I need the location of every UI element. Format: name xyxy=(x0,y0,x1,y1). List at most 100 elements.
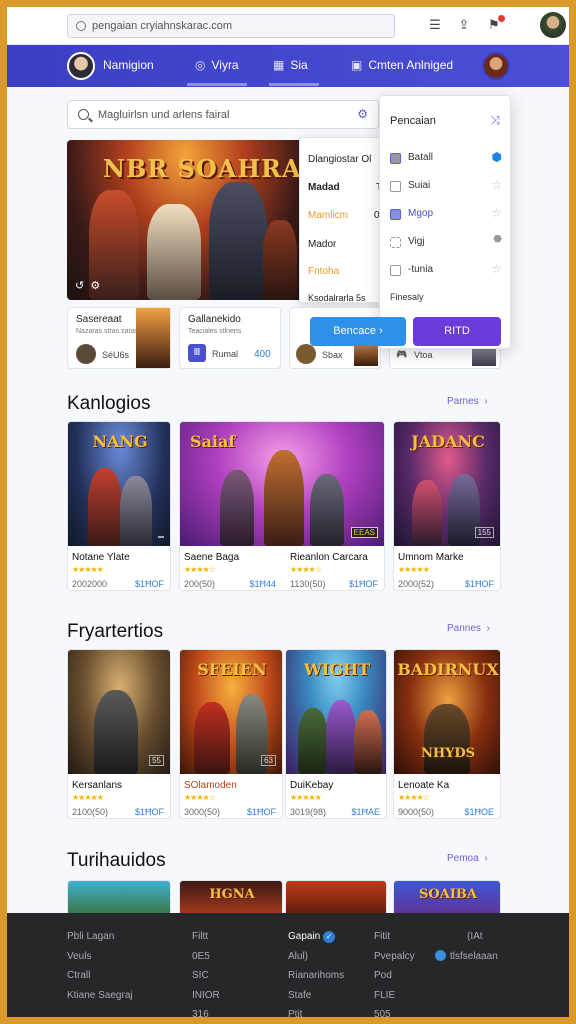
main-nav: Namigion ◎ Viyra ▦ Sia ▣ Cmten Anlniged xyxy=(7,45,569,87)
notification-badge xyxy=(498,15,505,22)
dropdown-item[interactable]: Dlangiostar Ol xyxy=(308,154,371,165)
hero-title: NBR SOAHRA xyxy=(103,154,302,183)
filter-icon[interactable]: ⚙ xyxy=(357,107,368,121)
apply-button[interactable]: RITD xyxy=(413,317,501,346)
shuffle-icon[interactable]: ⤨ xyxy=(490,113,500,128)
footer-link[interactable]: Fitit xyxy=(374,927,415,947)
game-card[interactable]: Saiaf EEAS Saene Baga ★★★★☆ 200(50) $1Ħ4… xyxy=(179,421,385,591)
nav-avatar-right[interactable] xyxy=(482,52,510,80)
footer-column: Fitit Pvepalcy Pod FLIE 505 xyxy=(374,927,415,1017)
dropdown-item[interactable]: Mador xyxy=(308,239,336,250)
nav-item-namigion[interactable]: Namigion xyxy=(103,58,154,72)
share-icon[interactable]: ⇪ xyxy=(457,18,471,32)
user-avatar[interactable] xyxy=(540,12,566,38)
check-icon: ✓ xyxy=(323,931,336,943)
section-more-link[interactable]: Pannes › xyxy=(447,623,490,634)
footer-link[interactable]: Rianarihoms xyxy=(288,966,344,986)
popup-title: Pencaian xyxy=(390,115,436,127)
hero-banner[interactable]: NBR SOAHRA ↺ ⚙ xyxy=(67,140,303,300)
footer-link[interactable]: SIC xyxy=(192,966,220,986)
footer-link[interactable]: Pod xyxy=(374,966,415,986)
footer-link[interactable]: Ptit xyxy=(288,1005,344,1017)
url-text: pengaian cryiahnskarac.com xyxy=(92,20,233,32)
avatar xyxy=(76,344,96,364)
mini-tile[interactable]: Sasereaat Nazaras stras zaras SéU6s xyxy=(67,307,171,369)
menu-icon[interactable]: ☰ xyxy=(428,18,442,32)
filter-option[interactable]: Suiai ☆ xyxy=(390,178,502,198)
section-title: Kanlogios xyxy=(67,393,151,414)
mini-tile[interactable]: Gallanekido Teaciales stlnens Ⅲ Rumal 40… xyxy=(179,307,281,369)
compass-icon: ◎ xyxy=(195,58,206,72)
game-card[interactable]: JADANC 155 Umnom Marke ★★★★★ 2000(52) $1… xyxy=(393,421,501,591)
hero-character xyxy=(147,204,201,300)
game-card[interactable]: WIGHT DuiKebay ★★★★★ 3019(98) $1ĦAE xyxy=(285,649,387,819)
game-card[interactable]: BADIRNUX NHYDS Lenoate Ka ★★★★☆ 9000(50)… xyxy=(393,649,501,819)
section-more-link[interactable]: Parnes › xyxy=(447,396,488,407)
grid-icon: ▦ xyxy=(273,58,285,72)
game-card[interactable]: SFEIEN 63 SOlamoden ★★★★☆ 3000(50) $1ĦOF xyxy=(179,649,283,819)
cancel-button[interactable]: Bencace › xyxy=(310,317,406,346)
nav-active-underline xyxy=(187,83,247,86)
rating-stars: ★★★★★ xyxy=(72,793,104,802)
star-icon[interactable]: ☆ xyxy=(491,206,502,220)
footer: Pbli Lagan Veuls Ctrall Ktiane Saegraj F… xyxy=(7,913,569,1017)
footer-link[interactable]: Veuls xyxy=(67,947,133,967)
card-art: WIGHT xyxy=(286,650,386,774)
checkbox[interactable] xyxy=(390,209,401,220)
filter-option[interactable]: -tunia ☆ xyxy=(390,262,502,282)
filter-option[interactable]: Vigj ⬣ xyxy=(390,234,502,254)
footer-link[interactable]: 505 xyxy=(374,1005,415,1017)
footer-link[interactable]: Ktiane Saegraj xyxy=(67,986,133,1006)
footer-link[interactable]: Filtt xyxy=(192,927,220,947)
nav-item-sia[interactable]: ▦ Sia xyxy=(273,58,308,72)
footer-link[interactable]: Alul) xyxy=(288,947,344,967)
footer-link[interactable]: Pbli Lagan xyxy=(67,927,133,947)
footer-link[interactable]: Stafe xyxy=(288,986,344,1006)
game-card[interactable]: 55 Kersanlans ★★★★★ 2100(50) $1ĦOF xyxy=(67,649,171,819)
hero-character xyxy=(209,182,267,300)
footer-column: Pbli Lagan Veuls Ctrall Ktiane Saegraj xyxy=(67,927,133,1005)
popup-footer-text: Finesaly xyxy=(390,292,424,302)
tile-art xyxy=(136,308,170,368)
checkbox[interactable] xyxy=(390,237,401,248)
nav-item-cmten[interactable]: ▣ Cmten Anlniged xyxy=(351,58,453,72)
nav-item-viyra[interactable]: ◎ Viyra xyxy=(195,58,239,72)
url-bar[interactable]: pengaian cryiahnskarac.com xyxy=(67,14,395,38)
search-input[interactable]: Magluirlsn und arlens fairal ⚙ xyxy=(67,100,379,129)
star-icon[interactable]: ☆ xyxy=(491,178,502,192)
rating-stars: ★★★★★ xyxy=(398,565,430,574)
star-icon[interactable]: ☆ xyxy=(491,262,502,276)
footer-link[interactable]: 0E5 xyxy=(192,947,220,967)
rating-stars: ★★★★☆ xyxy=(290,565,322,574)
filter-option[interactable]: Mgop ☆ xyxy=(390,206,502,226)
dropdown-item[interactable]: Fntoha xyxy=(308,266,339,277)
game-card[interactable]: NANG Notane Ylate ★★★★★ 2002000 $1ĦOF xyxy=(67,421,171,591)
sort-dropdown: Dlangiostar Ol Madad Mamlicm Mador Fntoh… xyxy=(299,137,389,303)
browser-topbar: pengaian cryiahnskarac.com ☰ ⇪ ⚑ xyxy=(7,7,569,45)
section-more-link[interactable]: Pemoa › xyxy=(447,853,488,864)
checkbox[interactable] xyxy=(390,153,401,164)
footer-column: Gapain ✓ Alul) Rianarihoms Stafe Ptit xyxy=(288,927,344,1017)
footer-column: Filtt 0E5 SIC INIOR 316 xyxy=(192,927,220,1017)
footer-link[interactable]: FLIE xyxy=(374,986,415,1006)
avatar xyxy=(296,344,316,364)
controller-icon: 🎮 xyxy=(396,349,408,359)
monitor-icon: ▣ xyxy=(351,58,363,72)
card-art: BADIRNUX NHYDS xyxy=(394,650,500,774)
checkbox[interactable] xyxy=(390,181,401,192)
globe-icon xyxy=(435,949,446,961)
dropdown-item[interactable]: Madad xyxy=(308,182,340,193)
filter-option[interactable]: Batall ⬢ xyxy=(390,150,502,170)
dropdown-item[interactable]: Ksodalrarla 5s xyxy=(308,293,366,303)
footer-link[interactable]: 316 xyxy=(192,1005,220,1017)
footer-link[interactable]: INIOR xyxy=(192,986,220,1006)
dropdown-item[interactable]: Mamlicm xyxy=(308,210,348,221)
checkbox[interactable] xyxy=(390,265,401,276)
rating-stars: ★★★★★ xyxy=(72,565,104,574)
footer-link[interactable]: Ctrall xyxy=(67,966,133,986)
lock-icon: ⬣ xyxy=(493,234,502,245)
nav-avatar[interactable] xyxy=(67,52,95,80)
hero-controls-icon[interactable]: ↺ ⚙ xyxy=(75,279,100,292)
footer-link[interactable]: tlsfselaaan xyxy=(435,947,498,967)
footer-link[interactable]: Pvepalcy xyxy=(374,947,415,967)
